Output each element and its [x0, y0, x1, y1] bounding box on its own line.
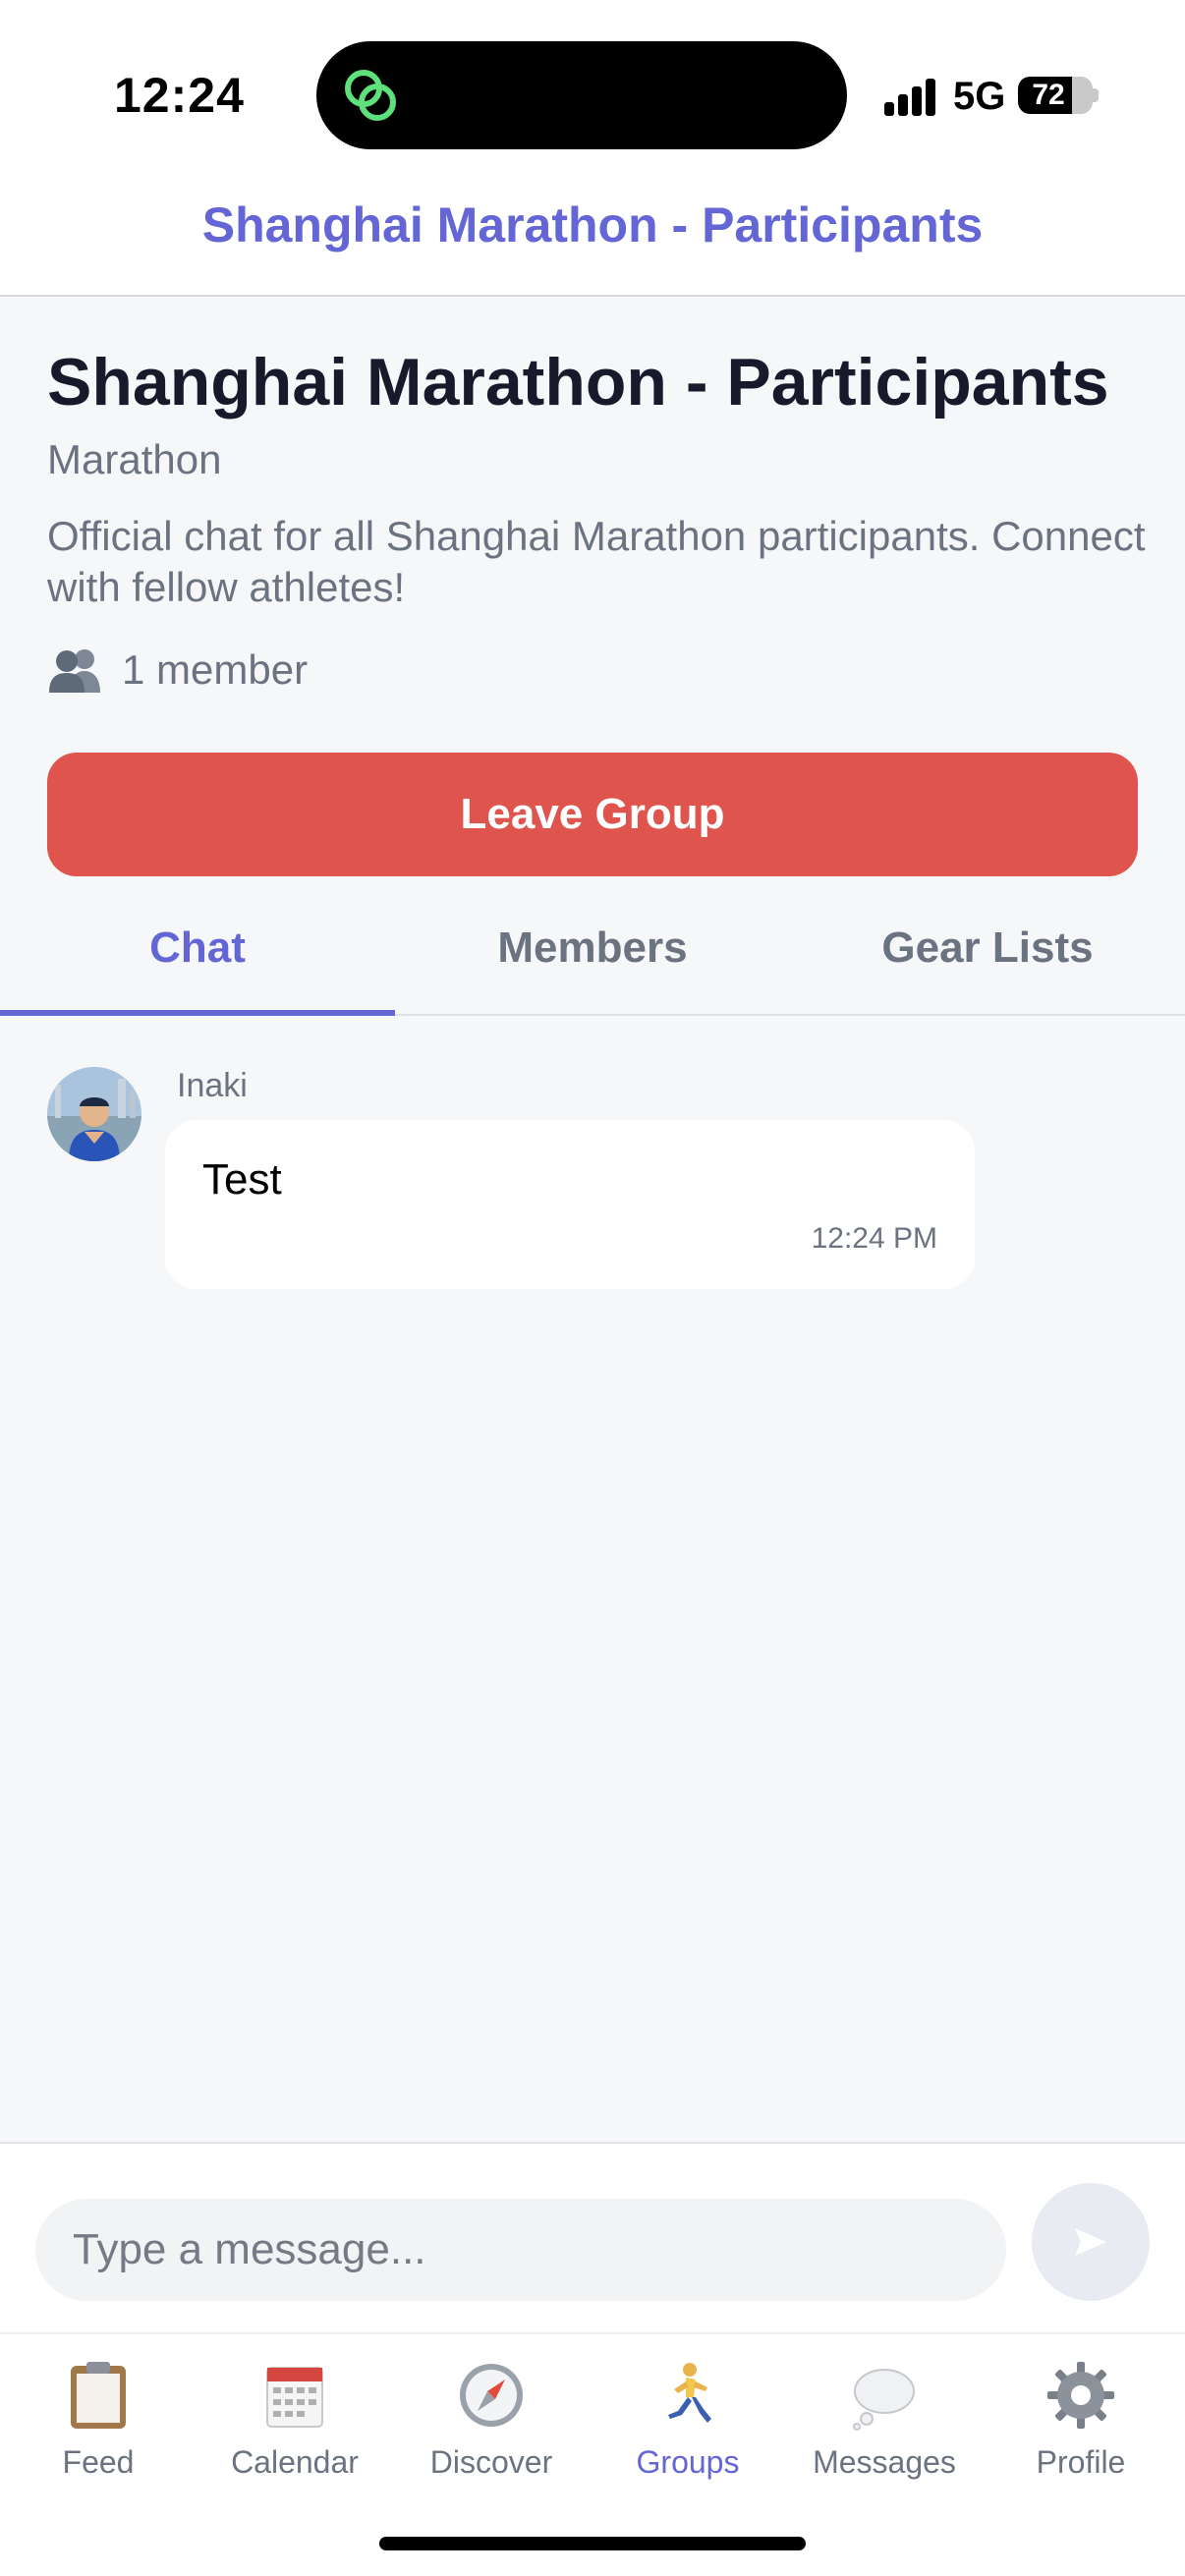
message-bubble[interactable]: Test 12:24 PM	[165, 1120, 975, 1289]
send-button[interactable]	[1032, 2183, 1150, 2301]
tab-members[interactable]: Members	[395, 894, 790, 1014]
tabbar-label-profile: Profile	[1036, 2444, 1126, 2480]
tabbar-item-groups[interactable]: Groups	[590, 2358, 786, 2481]
tabbar-item-profile[interactable]: Profile	[983, 2358, 1179, 2481]
tabbar-item-calendar[interactable]: Calendar	[197, 2358, 393, 2481]
battery-percent: 72	[1032, 79, 1065, 111]
chat-area: Inaki Test 12:24 PM	[0, 1018, 1185, 2142]
runner-icon	[668, 2363, 711, 2423]
leave-group-button[interactable]: Leave Group	[47, 753, 1138, 876]
group-title: Shanghai Marathon - Participants	[47, 345, 1109, 420]
status-bar: 12:24 5G 72	[0, 0, 1185, 167]
status-time: 12:24	[114, 68, 245, 123]
send-icon	[1075, 2228, 1106, 2256]
battery-tip	[1093, 88, 1099, 102]
tabbar-label-discover: Discover	[429, 2444, 553, 2480]
battery-icon: 72	[1018, 77, 1093, 114]
calendar-icon	[266, 2367, 323, 2428]
member-count-row: 1 member	[47, 643, 308, 698]
message-input[interactable]	[35, 2199, 1006, 2301]
avatar[interactable]	[47, 1067, 141, 1161]
member-count: 1 member	[122, 646, 309, 693]
thought-bubble-icon	[853, 2369, 915, 2431]
group-tabs: Chat Members Gear Lists	[0, 894, 1185, 1016]
tabbar-item-feed[interactable]: Feed	[0, 2358, 197, 2481]
tabbar-label-feed: Feed	[62, 2444, 135, 2480]
home-indicator	[379, 2537, 806, 2550]
tabbar-label-messages: Messages	[813, 2444, 956, 2480]
dynamic-island	[316, 41, 847, 149]
message-time: 12:24 PM	[811, 1222, 937, 1255]
message-text: Test	[202, 1155, 282, 1204]
compass-icon	[460, 2364, 523, 2427]
nav-title: Shanghai Marathon - Participants	[201, 197, 984, 252]
tab-chat[interactable]: Chat	[0, 894, 395, 1016]
avatar-photo	[47, 1067, 141, 1161]
tabbar-item-messages[interactable]: Messages	[786, 2358, 983, 2481]
tabbar-item-discover[interactable]: Discover	[393, 2358, 590, 2481]
group-type: Marathon	[47, 436, 222, 482]
people-icon	[49, 649, 100, 693]
group-description: Official chat for all Shanghai Marathon …	[47, 513, 1146, 610]
tabbar-label-calendar: Calendar	[231, 2444, 359, 2480]
signal-icon	[884, 77, 943, 116]
clipboard-icon	[71, 2362, 126, 2429]
tab-gear-lists[interactable]: Gear Lists	[790, 894, 1185, 1014]
message-composer	[0, 2142, 1185, 2332]
gear-icon	[1047, 2362, 1114, 2429]
message-sender: Inaki	[177, 1067, 248, 1104]
link-rings-icon	[345, 70, 396, 121]
network-label: 5G	[953, 75, 1006, 118]
tabbar-label-groups: Groups	[636, 2444, 740, 2480]
